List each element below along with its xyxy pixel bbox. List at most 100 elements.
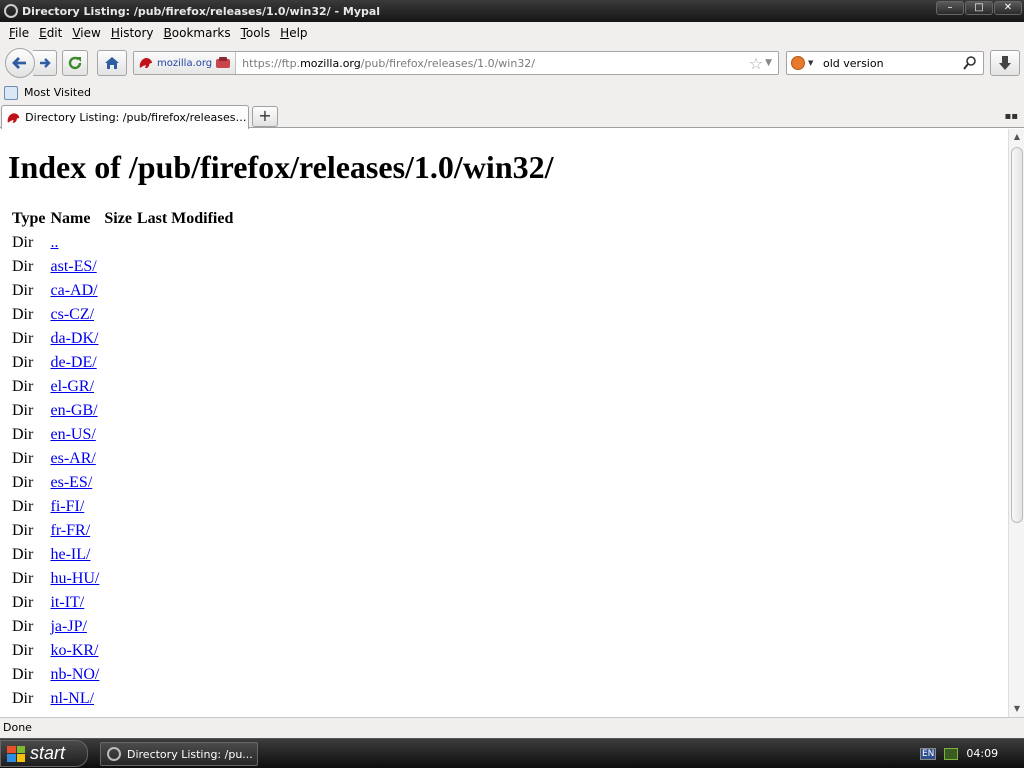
row-name-cell: ko-KR/ xyxy=(49,639,100,663)
column-header-size: Size xyxy=(104,210,132,227)
row-name-cell: ast-ES/ xyxy=(49,255,100,279)
directory-link[interactable]: en-US/ xyxy=(50,426,95,443)
vertical-scrollbar[interactable]: ▲ ▼ xyxy=(1008,129,1024,717)
directory-link[interactable]: fr-FR/ xyxy=(50,522,90,539)
row-type: Dir xyxy=(12,570,34,587)
column-header-name: Name xyxy=(50,210,91,227)
most-visited-icon xyxy=(4,85,18,100)
directory-link[interactable]: da-DK/ xyxy=(50,330,98,347)
directory-link[interactable]: .. xyxy=(50,234,58,251)
directory-link[interactable]: nl-NL/ xyxy=(50,690,94,707)
list-all-tabs-icon[interactable]: ▪▪ xyxy=(1004,111,1018,122)
bookmark-star-icon[interactable]: ☆ xyxy=(749,54,763,73)
close-button[interactable]: ✕ xyxy=(994,1,1022,15)
url-history-dropdown-icon[interactable]: ▼ xyxy=(765,58,772,68)
row-last-modified xyxy=(136,471,234,495)
directory-link[interactable]: fi-FI/ xyxy=(50,498,84,515)
language-indicator[interactable]: EN xyxy=(920,747,937,760)
back-button[interactable] xyxy=(5,48,35,78)
url-text[interactable]: https://ftp.mozilla.org/pub/firefox/rele… xyxy=(236,57,749,70)
table-row: Dir it-IT/ xyxy=(11,591,234,615)
menu-file[interactable]: File xyxy=(4,26,34,40)
url-prefix: https://ftp. xyxy=(242,56,301,70)
minimize-button[interactable]: – xyxy=(936,1,964,15)
row-name-cell: el-GR/ xyxy=(49,375,100,399)
row-size xyxy=(103,351,133,375)
bookmark-most-visited[interactable]: Most Visited xyxy=(24,86,91,99)
search-bar[interactable]: ▼ old version xyxy=(786,51,984,75)
tab-directory-listing[interactable]: Directory Listing: /pub/firefox/releases… xyxy=(1,105,249,129)
new-tab-button[interactable]: + xyxy=(252,106,278,127)
menu-history[interactable]: History xyxy=(106,26,159,40)
search-icon[interactable] xyxy=(962,55,978,71)
directory-link[interactable]: ca-AD/ xyxy=(50,282,97,299)
url-bar[interactable]: mozilla.org https://ftp.mozilla.org/pub/… xyxy=(133,51,779,75)
chevron-down-icon: ▼ xyxy=(808,59,814,67)
window-titlebar[interactable]: Directory Listing: /pub/firefox/releases… xyxy=(0,0,1024,22)
windows-logo-icon xyxy=(7,745,25,762)
menu-bookmarks[interactable]: Bookmarks xyxy=(159,26,236,40)
directory-link[interactable]: en-GB/ xyxy=(50,402,97,419)
row-size xyxy=(103,375,133,399)
directory-link[interactable]: ja-JP/ xyxy=(50,618,86,635)
taskbar-window-button[interactable]: Directory Listing: /pu... xyxy=(100,742,258,766)
directory-link[interactable]: de-DE/ xyxy=(50,354,96,371)
row-type: Dir xyxy=(12,594,34,611)
table-row: Dir en-US/ xyxy=(11,423,234,447)
clock[interactable]: 04:09 xyxy=(966,747,998,760)
window-controls: – □ ✕ xyxy=(936,1,1022,15)
search-engine-selector[interactable]: ▼ xyxy=(787,52,819,74)
directory-link[interactable]: ast-ES/ xyxy=(50,258,96,275)
scroll-up-arrow-icon[interactable]: ▲ xyxy=(1009,129,1024,145)
row-type: Dir xyxy=(12,642,34,659)
directory-link[interactable]: el-GR/ xyxy=(50,378,94,395)
row-name-cell: de-DE/ xyxy=(49,351,100,375)
menu-tools[interactable]: Tools xyxy=(236,26,276,40)
downloads-button[interactable] xyxy=(990,50,1020,76)
directory-link[interactable]: it-IT/ xyxy=(50,594,84,611)
duckduckgo-icon xyxy=(791,56,805,70)
directory-link[interactable]: hu-HU/ xyxy=(50,570,99,587)
row-size xyxy=(103,447,133,471)
scrollbar-thumb[interactable] xyxy=(1011,147,1023,523)
start-button[interactable]: start xyxy=(0,740,88,767)
row-name-cell: en-US/ xyxy=(49,423,100,447)
table-row: Dir hu-HU/ xyxy=(11,567,234,591)
directory-link[interactable]: es-ES/ xyxy=(50,474,92,491)
row-name-cell: .. xyxy=(49,231,100,255)
directory-link[interactable]: ko-KR/ xyxy=(50,642,98,659)
row-name-cell: ca-AD/ xyxy=(49,279,100,303)
directory-link[interactable]: cs-CZ/ xyxy=(50,306,94,323)
navigation-toolbar: mozilla.org https://ftp.mozilla.org/pub/… xyxy=(0,44,1024,82)
row-size xyxy=(103,231,133,255)
directory-link[interactable]: he-IL/ xyxy=(50,546,90,563)
menu-view[interactable]: View xyxy=(67,26,105,40)
menu-help[interactable]: Help xyxy=(275,26,312,40)
directory-link[interactable]: nb-NO/ xyxy=(50,666,99,683)
table-row: Dir fi-FI/ xyxy=(11,495,234,519)
url-domain: mozilla.org xyxy=(300,56,361,70)
directory-link[interactable]: es-AR/ xyxy=(50,450,95,467)
row-name-cell: nl-NL/ xyxy=(49,687,100,711)
search-input[interactable]: old version xyxy=(819,57,962,70)
row-size xyxy=(103,639,133,663)
reload-button[interactable] xyxy=(62,50,88,76)
forward-button[interactable] xyxy=(33,50,57,76)
row-size xyxy=(103,615,133,639)
row-last-modified xyxy=(136,255,234,279)
maximize-button[interactable]: □ xyxy=(965,1,993,15)
row-size xyxy=(103,687,133,711)
network-icon[interactable] xyxy=(944,747,959,760)
home-button[interactable] xyxy=(97,50,127,76)
row-last-modified xyxy=(136,303,234,327)
table-row: Dir nl-NL/ xyxy=(11,687,234,711)
row-type: Dir xyxy=(12,306,34,323)
site-identity-button[interactable]: mozilla.org xyxy=(134,52,237,74)
menu-edit[interactable]: Edit xyxy=(34,26,67,40)
row-last-modified xyxy=(136,399,234,423)
row-type: Dir xyxy=(12,666,34,683)
scroll-down-arrow-icon[interactable]: ▼ xyxy=(1009,701,1024,717)
row-last-modified xyxy=(136,423,234,447)
row-type: Dir xyxy=(12,498,34,515)
row-name-cell: it-IT/ xyxy=(49,591,100,615)
